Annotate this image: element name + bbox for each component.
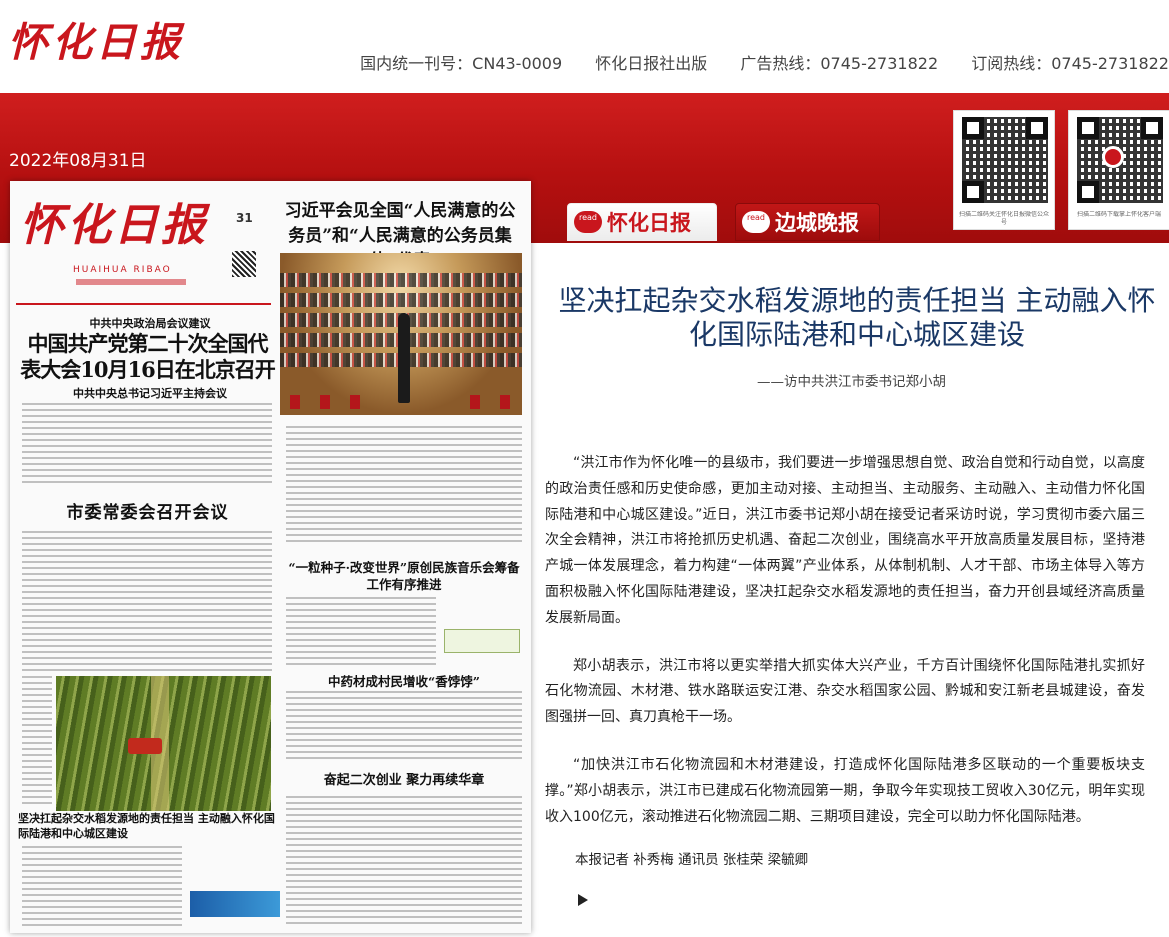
- body-text-block: [286, 796, 522, 926]
- paper-day: 31: [236, 211, 253, 225]
- paper-main-headline[interactable]: 中国共产党第二十次全国代表大会10月16日在北京召开: [20, 331, 275, 383]
- seed-logo: [444, 629, 520, 653]
- qr-corner: [1077, 181, 1099, 203]
- tab-label: 边城晚报: [775, 210, 859, 235]
- article-paragraph: “洪江市作为怀化唯一的县级市，我们要进一步增强思想自觉、政治自觉和行动自觉，以高…: [545, 455, 1145, 626]
- person-figure: [398, 313, 410, 403]
- paper-qr-icon: [232, 251, 256, 277]
- qr-corner: [1141, 117, 1163, 139]
- paper-left-headline2[interactable]: 市委常委会召开会议: [20, 498, 275, 523]
- read-icon: read: [574, 211, 602, 233]
- paper-divider: [76, 279, 186, 285]
- paper-kicker[interactable]: 中共中央政治局会议建议: [30, 315, 270, 331]
- paper-mid-headline2[interactable]: 中药材成村民增收“香饽饽”: [286, 671, 522, 690]
- qr-corner: [962, 117, 984, 139]
- article-byline: ——访中共洪江市委书记郑小胡: [757, 374, 946, 390]
- app-qr-code: 扫描二维码下载掌上怀化客户端: [1068, 110, 1169, 230]
- paper-sub-headline[interactable]: 中共中央总书记习近平主持会议: [30, 385, 270, 401]
- wechat-qr-code: 扫描二维码关注怀化日报微信公众号: [953, 110, 1055, 230]
- qr-corner: [1077, 117, 1099, 139]
- article-paragraph: “加快洪江市石化物流园和木材港建设，打造成怀化国际陆港多区联动的一个重要板块支撑…: [545, 756, 1145, 825]
- tab-biancheng-evening[interactable]: read 边城晚报: [735, 203, 880, 241]
- meeting-photo[interactable]: [280, 253, 522, 415]
- body-text-block: [286, 426, 522, 546]
- article-paragraph: 郑小胡表示，洪江市将以更实举措大抓实体大兴产业，千方百计围绕怀化国际陆港扎实抓好…: [545, 657, 1145, 726]
- read-icon: read: [742, 211, 770, 233]
- qr-caption: 扫描二维码下载掌上怀化客户端: [1076, 211, 1161, 218]
- paper-mid-headline3[interactable]: 奋起二次创业 聚力再续华章: [286, 769, 522, 788]
- body-text-block: [22, 531, 272, 671]
- top-header: 怀化日报 国内统一刊号：CN43-0009 怀化日报社出版 广告热线：0745-…: [0, 0, 1169, 93]
- tab-label: 怀化日报: [607, 210, 691, 235]
- body-text-block: [22, 676, 52, 806]
- article-title: 坚决扛起杂交水稻发源地的责任担当 主动融入怀化国际陆港和中心城区建设: [558, 284, 1156, 351]
- issn-text: 国内统一刊号：CN43-0009: [360, 54, 563, 73]
- qr-corner: [962, 181, 984, 203]
- publisher-text: 怀化日报社出版: [595, 54, 708, 73]
- rice-field-photo[interactable]: [56, 676, 271, 811]
- body-text-block: [286, 691, 522, 761]
- paper-masthead: 怀化日报: [20, 200, 208, 251]
- body-text-block: [286, 597, 436, 667]
- harvester-figure: [128, 738, 162, 754]
- ad-banner: [190, 891, 280, 917]
- play-icon[interactable]: [578, 894, 588, 906]
- paper-left-headline3[interactable]: 坚决扛起杂交水稻发源地的责任担当 主动融入怀化国际陆港和中心城区建设: [18, 811, 278, 841]
- ad-hotline-text: 广告热线：0745-2731822: [740, 54, 939, 73]
- tab-huaihua-daily[interactable]: read 怀化日报: [567, 203, 717, 241]
- qr-corner: [1026, 117, 1048, 139]
- app-logo-icon: [1102, 146, 1124, 168]
- header-info: 国内统一刊号：CN43-0009 怀化日报社出版 广告热线：0745-27318…: [332, 50, 1169, 74]
- paper-mid-headline1[interactable]: “一粒种子·改变世界”原创民族音乐会筹备工作有序推进: [286, 559, 522, 593]
- paper-red-rule: [16, 303, 271, 305]
- reporter-credit: 本报记者 补秀梅 通讯员 张桂荣 梁毓卿: [575, 852, 809, 868]
- issue-date: 2022年08月31日: [9, 151, 147, 171]
- article-body: “洪江市作为怀化唯一的县级市，我们要进一步增强思想自觉、政治自觉和行动自觉，以高…: [545, 451, 1145, 852]
- body-text-block: [22, 403, 272, 483]
- subscribe-hotline-text: 订阅热线：0745-2731822: [971, 54, 1169, 73]
- qr-caption: 扫描二维码关注怀化日报微信公众号: [958, 211, 1049, 226]
- newspaper-page[interactable]: 怀化日报 HUAIHUA RIBAO 31 中共中央政治局会议建议 中国共产党第…: [10, 181, 531, 933]
- paper-pinyin: HUAIHUA RIBAO: [73, 265, 172, 275]
- body-text-block: [22, 846, 182, 926]
- site-logo[interactable]: 怀化日报: [8, 16, 184, 70]
